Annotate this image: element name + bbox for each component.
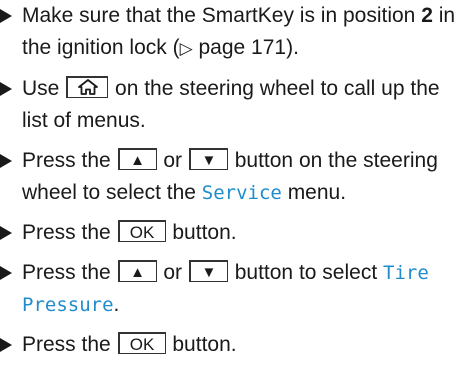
bullet-arrow-icon [0,154,12,168]
ok-button-icon: OK [117,220,166,243]
step-2: Use on the steering wheel to call up the… [0,73,463,137]
step-3-text: Press the [22,149,117,172]
bullet-arrow-icon [0,266,12,280]
menu-name-service: Service [201,182,282,204]
home-button-icon [66,76,109,99]
step-6: Press the OK button. [0,329,463,361]
or-text: or [157,261,188,284]
step-6-text: Press the [22,333,117,356]
step-1: Make sure that the SmartKey is in positi… [0,0,463,65]
bullet-arrow-icon [0,82,12,96]
step-2-text: Use [22,77,66,100]
step-3: Press the ▲ or ▼ button on the steering … [0,145,463,209]
step-6-text-cont: button. [166,333,237,356]
step-5: Press the ▲ or ▼ button to select Tire P… [0,257,463,321]
down-button-icon: ▼ [188,148,228,171]
or-text: or [157,149,188,172]
up-button-icon: ▲ [117,148,157,171]
step-4: Press the OK button. [0,217,463,249]
position-number: 2 [421,4,433,27]
step-3-text-end: menu. [281,181,347,204]
bullet-arrow-icon [0,9,12,23]
ok-button-icon: OK [117,332,166,355]
page-reference: page 171). [192,36,299,59]
step-5-text: Press the [22,261,117,284]
instruction-steps: Make sure that the SmartKey is in positi… [0,0,463,369]
up-button-icon: ▲ [117,260,157,283]
step-5-text-end: . [113,293,120,316]
step-4-text: Press the [22,221,117,244]
step-5-text-cont: button to select [228,261,383,284]
bullet-arrow-icon [0,226,12,240]
step-4-text-cont: button. [166,221,237,244]
step-1-text: Make sure that the SmartKey is in positi… [22,4,422,27]
down-button-icon: ▼ [188,260,228,283]
page-reference-icon: ▷ [179,39,193,58]
bullet-arrow-icon [0,338,12,352]
